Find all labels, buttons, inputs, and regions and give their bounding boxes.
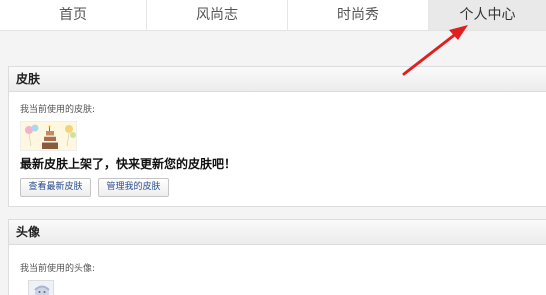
tab-fashion-show[interactable]: 时尚秀 (287, 0, 428, 30)
tab-style-magazine[interactable]: 风尚志 (146, 0, 287, 30)
skin-panel-title: 皮肤 (9, 67, 546, 92)
tab-personal-center[interactable]: 个人中心 (428, 0, 546, 30)
view-new-skins-button[interactable]: 查看最新皮肤 (20, 178, 91, 197)
manage-my-skins-button[interactable]: 管理我的皮肤 (98, 178, 169, 197)
tab-home[interactable]: 首页 (0, 0, 146, 30)
top-nav: 首页 风尚志 时尚秀 个人中心 (0, 0, 546, 31)
skin-panel: 皮肤 我当前使用的皮肤: 最新皮肤上架了，快来更新您的皮肤吧！ 查看最新皮肤 管… (8, 66, 546, 207)
avatar-panel: 头像 我当前使用的头像: (8, 219, 546, 295)
avatar[interactable] (28, 280, 54, 295)
avatar-panel-title: 头像 (9, 220, 546, 245)
current-skin-label: 我当前使用的皮肤: (20, 105, 96, 115)
skin-preview-thumbnail[interactable] (20, 121, 77, 151)
cartoon-avatar-icon (29, 281, 53, 295)
new-skin-promo-text: 最新皮肤上架了，快来更新您的皮肤吧！ (20, 157, 237, 171)
birthday-cake-icon (21, 122, 76, 150)
current-avatar-label: 我当前使用的头像: (20, 264, 96, 274)
